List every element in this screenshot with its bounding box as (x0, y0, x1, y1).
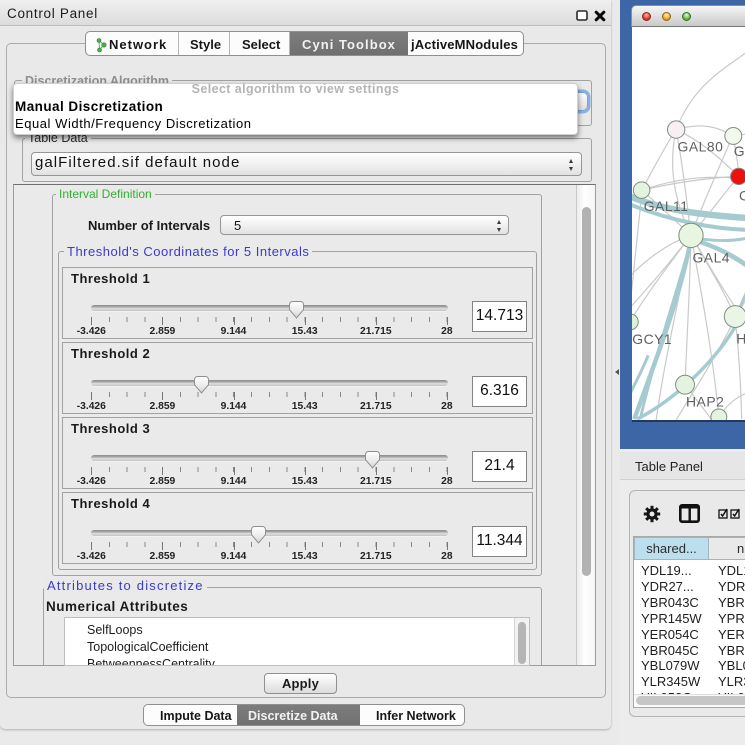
svg-text:HAP2: HAP2 (686, 393, 724, 409)
svg-text:GAL80: GAL80 (677, 138, 723, 154)
svg-text:GAL11: GAL11 (643, 198, 688, 214)
svg-text:C: C (738, 187, 745, 203)
svg-text:GAL4: GAL4 (692, 249, 730, 265)
svg-text:G.: G. (733, 142, 745, 158)
svg-text:H: H (736, 330, 745, 346)
svg-text:GCY1: GCY1 (632, 330, 672, 346)
